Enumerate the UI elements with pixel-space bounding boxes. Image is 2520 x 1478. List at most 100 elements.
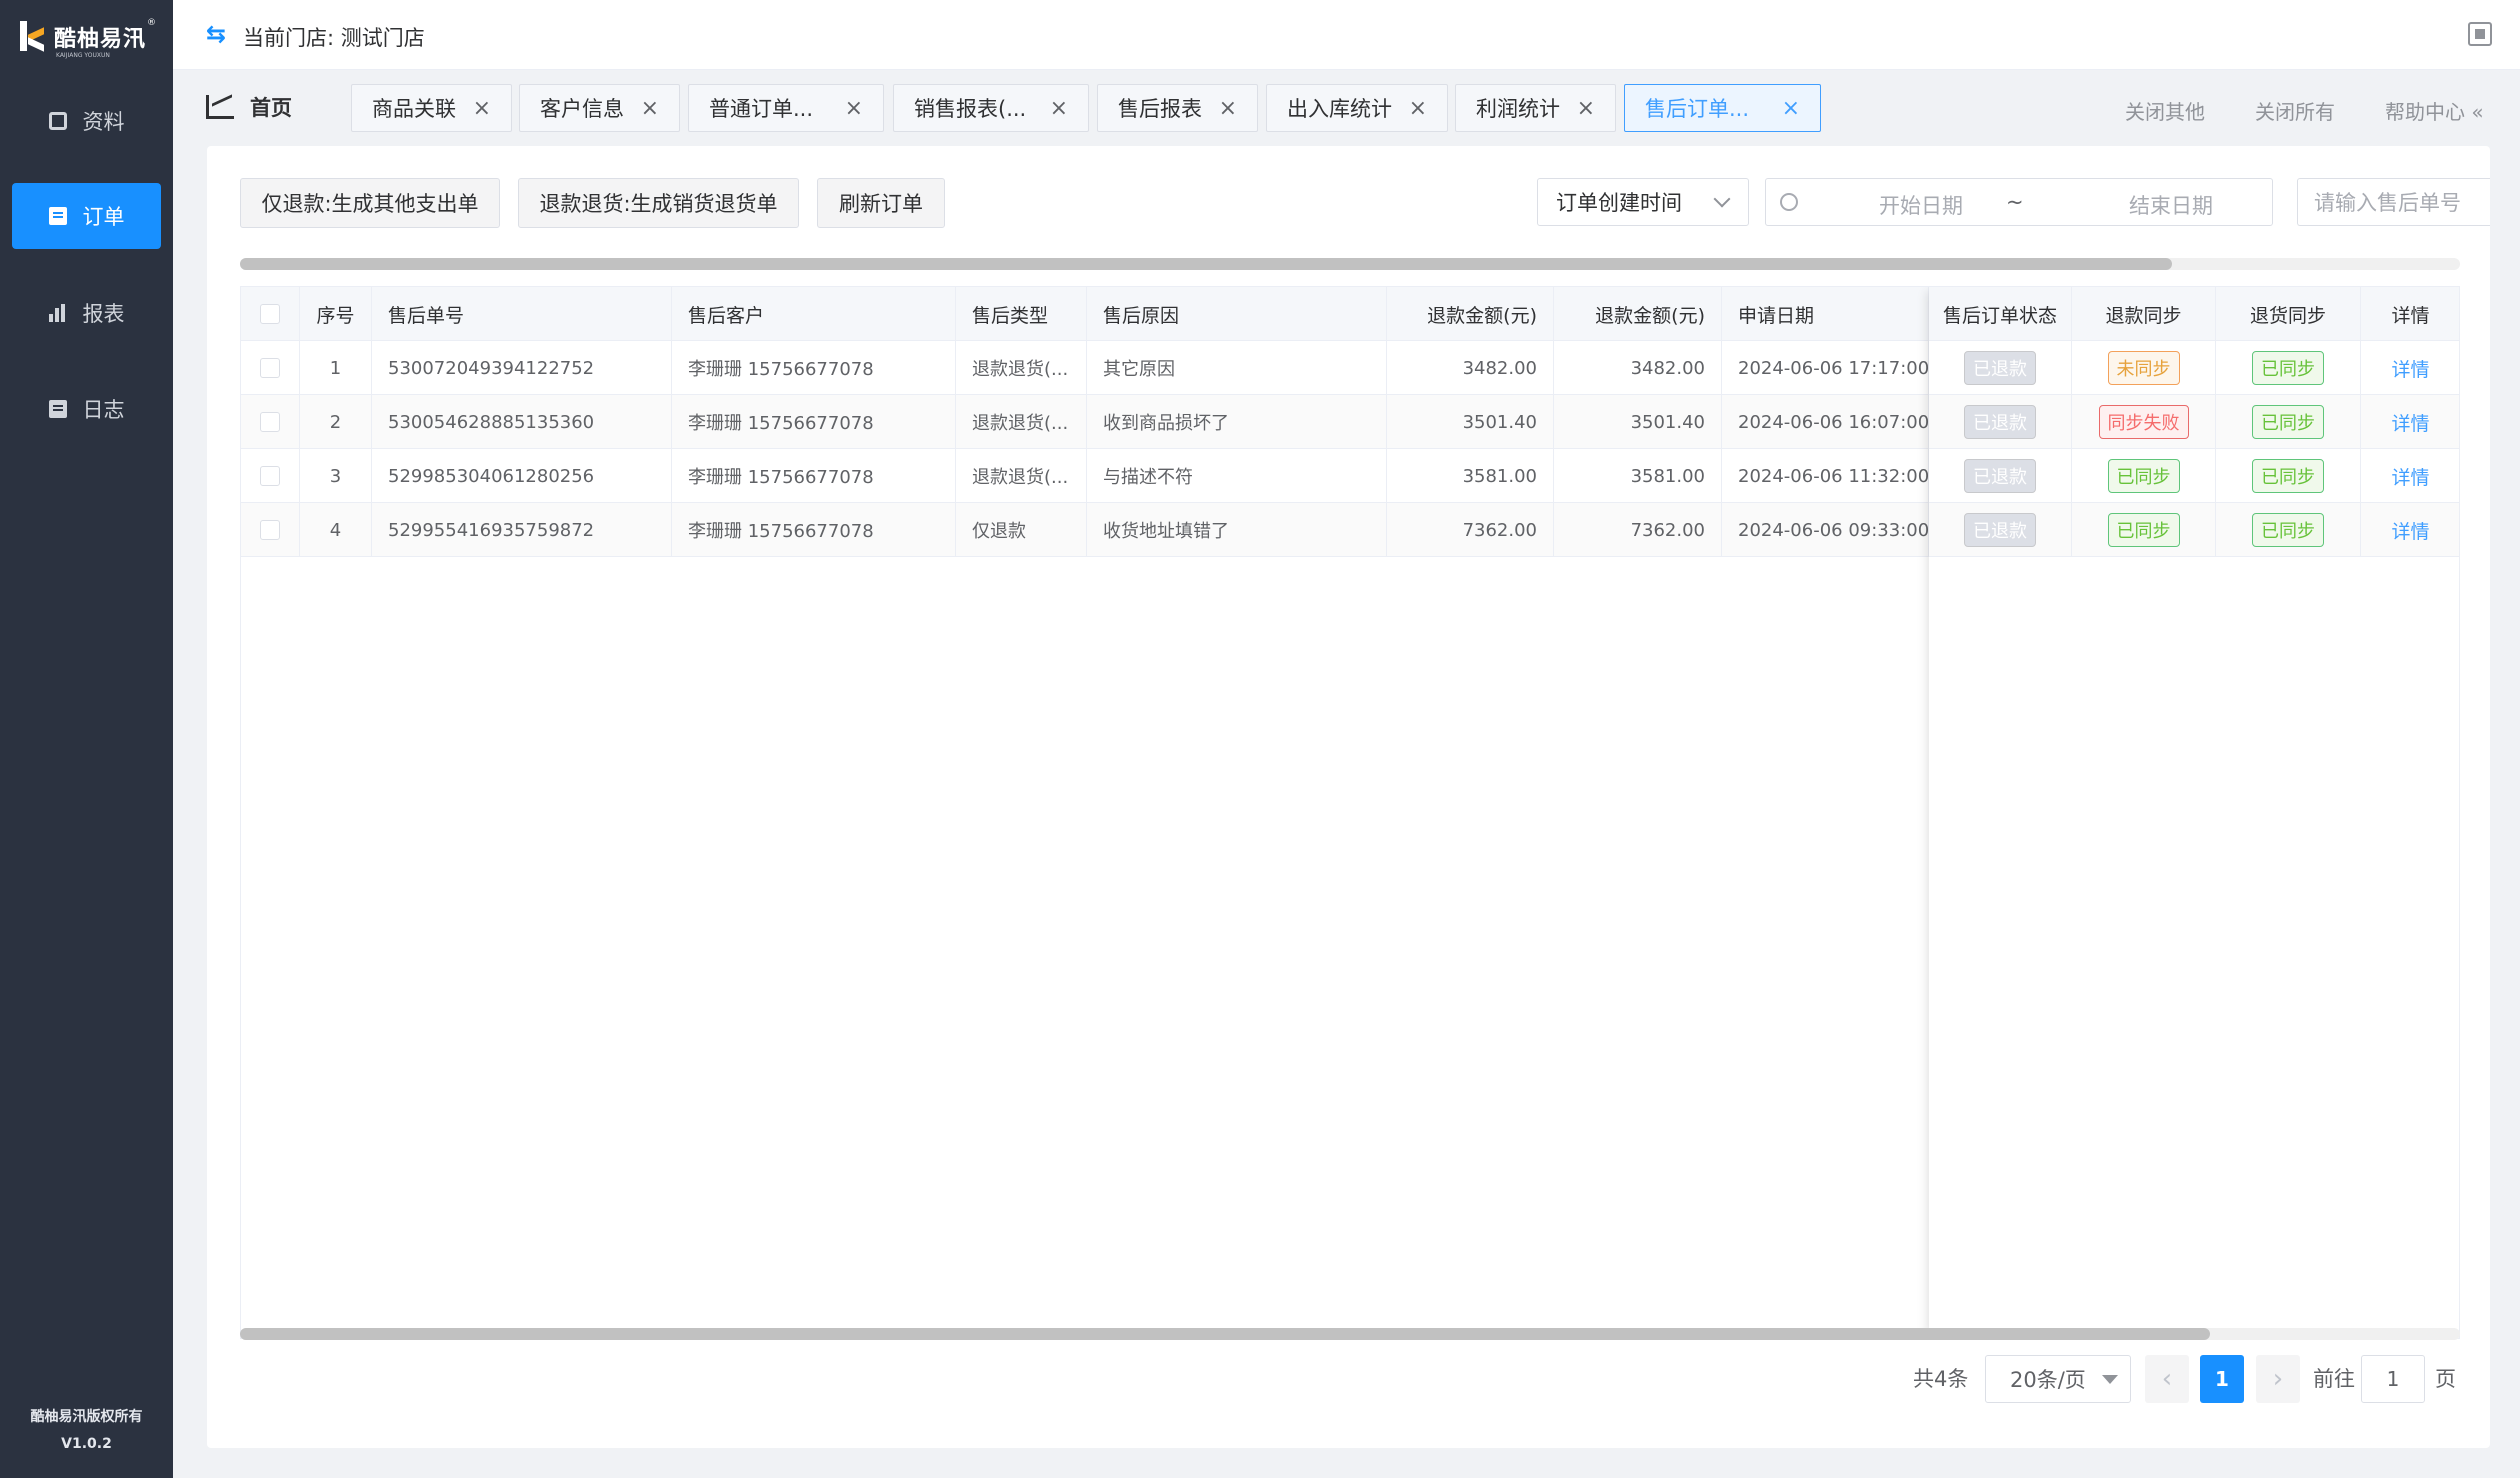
row-reason: 收到商品损坏了 <box>1087 395 1387 449</box>
next-page-button[interactable]: › <box>2256 1355 2300 1403</box>
tab-customer-info[interactable]: 客户信息 × <box>519 84 680 132</box>
sidebar-item-logs[interactable]: 日志 <box>12 376 161 442</box>
close-icon[interactable]: × <box>1050 96 1068 121</box>
tab-product-link[interactable]: 商品关联 × <box>351 84 512 132</box>
version-text: V1.0.2 <box>61 1436 112 1452</box>
sidebar-item-label: 资料 <box>82 110 125 134</box>
row-customer: 李珊珊 15756677078 <box>672 449 956 503</box>
tab-label: 客户信息 <box>540 97 624 121</box>
sidebar-item-data[interactable]: 资料 <box>12 88 161 154</box>
close-icon[interactable]: × <box>845 96 863 121</box>
goto-page-input[interactable]: 1 <box>2361 1355 2425 1403</box>
row-index: 2 <box>300 395 372 449</box>
close-icon[interactable]: × <box>1219 96 1237 121</box>
logo-text: 酷柚易汛 <box>54 27 147 52</box>
search-input[interactable]: 请输入售后单号 <box>2297 178 2490 226</box>
tab-aftersales-orders[interactable]: 售后订单... × <box>1624 84 1821 132</box>
fullscreen-icon[interactable] <box>2468 22 2492 46</box>
row-apply-date: 2024-06-06 16:07:00 <box>1722 395 1929 449</box>
row-apply-date: 2024-06-06 11:32:00 <box>1722 449 1929 503</box>
goto-label: 前往 <box>2313 1367 2355 1391</box>
row-index: 4 <box>300 503 372 557</box>
tab-label: 商品关联 <box>372 97 456 121</box>
chevron-down-icon <box>1713 190 1731 208</box>
col-reason: 售后原因 <box>1087 287 1387 341</box>
sidebar-item-label: 订单 <box>82 205 125 229</box>
row-refund-amount-1: 3581.00 <box>1387 449 1554 503</box>
page-size-select[interactable]: 20条/页 <box>1985 1355 2131 1403</box>
log-icon <box>48 400 67 418</box>
start-date-input[interactable]: 开始日期 <box>1846 190 1996 220</box>
close-icon[interactable]: × <box>1577 96 1595 121</box>
close-icon[interactable]: × <box>1409 96 1427 121</box>
registered-icon: ® <box>147 18 156 28</box>
page-number-current[interactable]: 1 <box>2200 1355 2244 1403</box>
caret-down-icon <box>2102 1375 2118 1384</box>
row-apply-date: 2024-06-06 09:33:00 <box>1722 503 1929 557</box>
help-center-button[interactable]: 帮助中心 « <box>2385 96 2484 125</box>
switch-store-icon[interactable]: ⇆ <box>206 20 226 48</box>
tab-home-label: 首页 <box>250 96 292 120</box>
prev-page-button[interactable]: ‹ <box>2145 1355 2189 1403</box>
close-icon[interactable]: × <box>473 96 491 121</box>
row-select-cell <box>241 449 300 503</box>
row-checkbox[interactable] <box>260 412 280 432</box>
horizontal-scrollbar-bottom[interactable] <box>240 1328 2460 1340</box>
tab-profit-stats[interactable]: 利润统计 × <box>1455 84 1616 132</box>
date-range-picker[interactable]: 开始日期 ~ 结束日期 <box>1765 178 2273 226</box>
horizontal-scrollbar-top[interactable] <box>240 258 2460 270</box>
col-refund-amount-2: 退款金额(元) <box>1554 287 1722 341</box>
tab-normal-orders[interactable]: 普通订单... × <box>688 84 884 132</box>
end-date-input[interactable]: 结束日期 <box>2096 190 2246 220</box>
scrollbar-thumb[interactable] <box>240 258 2172 270</box>
col-order-no: 售后单号 <box>372 287 672 341</box>
close-all-button[interactable]: 关闭所有 <box>2255 96 2335 125</box>
tab-stock-stats[interactable]: 出入库统计 × <box>1266 84 1448 132</box>
row-order-no: 530054628885135360 <box>372 395 672 449</box>
total-count: 共4条 <box>1913 1367 1969 1391</box>
col-refund-amount-1: 退款金额(元) <box>1387 287 1554 341</box>
refund-only-button[interactable]: 仅退款:生成其他支出单 <box>240 178 500 228</box>
row-customer: 李珊珊 15756677078 <box>672 503 956 557</box>
logo-subtext: KAIJIANG YOUXUN <box>56 52 110 59</box>
row-checkbox[interactable] <box>260 466 280 486</box>
tab-label: 利润统计 <box>1476 97 1560 121</box>
page-suffix-label: 页 <box>2435 1367 2456 1391</box>
sidebar-item-reports[interactable]: 报表 <box>12 280 161 346</box>
row-customer: 李珊珊 15756677078 <box>672 395 956 449</box>
select-all-checkbox[interactable] <box>260 304 280 324</box>
row-type: 退款退货(... <box>956 449 1087 503</box>
tab-aftersales-report[interactable]: 售后报表 × <box>1097 84 1258 132</box>
tab-label: 售后订单... <box>1645 97 1750 121</box>
row-apply-date: 2024-06-06 17:17:00 <box>1722 341 1929 395</box>
refresh-orders-button[interactable]: 刷新订单 <box>817 178 945 228</box>
package-icon <box>48 112 67 130</box>
sidebar-item-orders[interactable]: 订单 <box>12 183 161 249</box>
select-all-cell <box>241 287 300 341</box>
row-checkbox[interactable] <box>260 520 280 540</box>
tab-home[interactable]: 首页 <box>206 92 292 122</box>
row-refund-amount-2: 3482.00 <box>1554 341 1722 395</box>
fixed-right-columns-shadow <box>1929 287 2459 1338</box>
row-type: 退款退货(... <box>956 341 1087 395</box>
row-index: 1 <box>300 341 372 395</box>
close-others-button[interactable]: 关闭其他 <box>2125 96 2205 125</box>
copyright-text: 酷柚易汛版权所有 <box>30 1409 143 1425</box>
refund-return-button[interactable]: 退款退货:生成销货退货单 <box>518 178 799 228</box>
line-chart-icon <box>206 95 234 119</box>
row-refund-amount-1: 3482.00 <box>1387 341 1554 395</box>
row-refund-amount-2: 3501.40 <box>1554 395 1722 449</box>
tabs-bar: 首页 商品关联 × 客户信息 × 普通订单... × 销售报表(... × 售后报表 × … <box>173 70 2520 146</box>
tab-sales-report[interactable]: 销售报表(... × <box>893 84 1089 132</box>
close-icon[interactable]: × <box>641 96 659 121</box>
row-select-cell <box>241 341 300 395</box>
date-type-select[interactable]: 订单创建时间 <box>1537 178 1749 226</box>
row-refund-amount-2: 3581.00 <box>1554 449 1722 503</box>
row-order-no: 529955416935759872 <box>372 503 672 557</box>
col-type: 售后类型 <box>956 287 1087 341</box>
close-icon[interactable]: × <box>1782 96 1800 121</box>
scrollbar-thumb[interactable] <box>240 1328 2210 1340</box>
col-customer: 售后客户 <box>672 287 956 341</box>
sidebar-item-label: 日志 <box>82 398 125 422</box>
row-checkbox[interactable] <box>260 358 280 378</box>
